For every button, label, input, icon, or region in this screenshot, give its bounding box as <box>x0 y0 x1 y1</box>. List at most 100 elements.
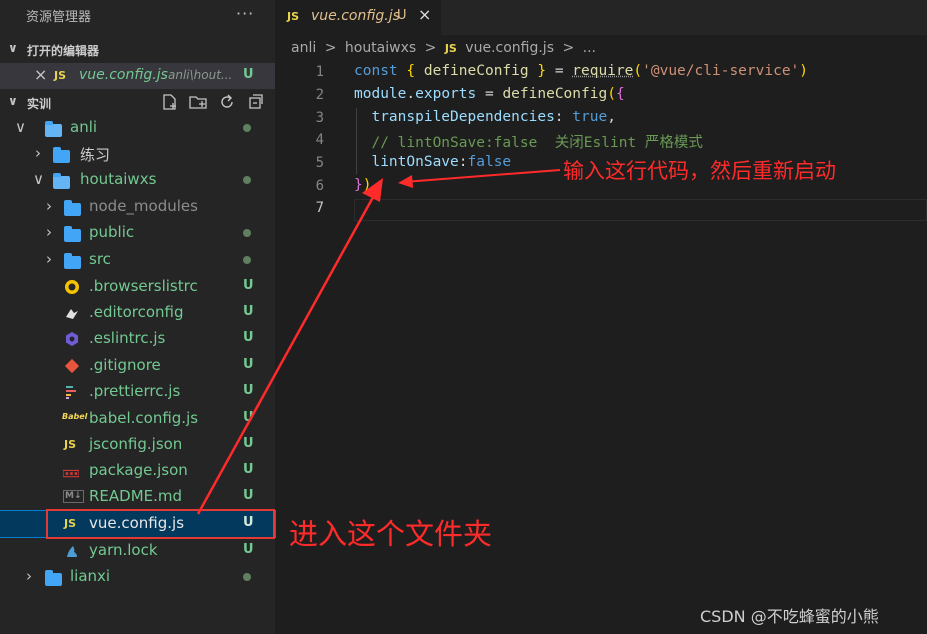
chevron-down-icon: ∨ <box>33 170 44 188</box>
status-badge: U <box>243 462 254 477</box>
refresh-icon[interactable] <box>218 93 236 111</box>
chevron-right-icon: › <box>35 144 41 162</box>
tree-file-babel-config[interactable]: Babel babel.config.js U <box>0 406 275 432</box>
dot: . <box>406 86 416 102</box>
status-badge: U <box>243 436 254 451</box>
tree-file-jsconfig[interactable]: JS jsconfig.json U <box>0 432 275 458</box>
babel-icon: Babel <box>62 412 88 421</box>
folder-icon <box>64 253 81 269</box>
collapse-all-icon[interactable] <box>246 93 264 111</box>
code-line-3[interactable]: transpileDependencies: true, <box>354 109 615 125</box>
identifier: defineConfig <box>423 63 529 79</box>
tree-item-label: .eslintrc.js <box>89 329 166 347</box>
folder-open-icon <box>53 173 70 189</box>
tree-file-gitignore[interactable]: .gitignore U <box>0 353 275 379</box>
tree-item-label: .editorconfig <box>89 303 184 321</box>
status-dot <box>243 176 251 184</box>
breadcrumb-item[interactable]: houtaiwxs <box>345 40 416 56</box>
chevron-down-icon: ∨ <box>8 41 18 55</box>
annotation-bottom-note: 进入这个文件夹 <box>289 517 493 551</box>
code-line-1[interactable]: const { defineConfig } = require('@vue/c… <box>354 63 808 79</box>
paren: ( <box>633 63 643 79</box>
property: transpileDependencies <box>371 109 555 125</box>
new-file-icon[interactable] <box>161 93 179 111</box>
tab-vue-config[interactable]: JS vue.config.js U × <box>275 0 441 35</box>
function-name: defineConfig <box>502 86 608 102</box>
tree-item-label: babel.config.js <box>89 409 199 427</box>
line-number: 3 <box>315 110 324 126</box>
tree-file-eslintrc[interactable]: .eslintrc.js U <box>0 326 275 352</box>
paren: ) <box>362 177 372 193</box>
tree-file-browserslistrc[interactable]: .browserslistrc U <box>0 274 275 300</box>
open-editors-header[interactable]: ∨ 打开的编辑器 <box>0 38 275 62</box>
breadcrumb-item[interactable]: ... <box>583 40 596 56</box>
open-editors-label: 打开的编辑器 <box>27 44 100 58</box>
status-dot <box>243 256 251 264</box>
tree-item-label: README.md <box>89 487 183 505</box>
tree-folder-node-modules[interactable]: › node_modules <box>0 194 275 220</box>
operator: = <box>484 86 494 102</box>
git-icon <box>64 358 80 374</box>
line-number: 2 <box>315 87 324 103</box>
line-number: 1 <box>315 64 324 80</box>
breadcrumb-separator: > <box>424 40 437 56</box>
tree-file-package-json[interactable]: package.json U <box>0 458 275 484</box>
status-badge: U <box>243 410 254 425</box>
status-badge: U <box>243 304 254 319</box>
status-badge: U <box>243 67 254 82</box>
function-name: require <box>572 63 634 79</box>
highlight-box <box>46 509 275 539</box>
tree-folder-public[interactable]: › public <box>0 220 275 246</box>
prettier-icon <box>66 386 76 399</box>
colon: : <box>458 154 468 170</box>
editor-tab-bar: JS vue.config.js U × <box>275 0 927 35</box>
tree-file-yarn-lock[interactable]: yarn.lock U <box>0 538 275 564</box>
tree-item-label: houtaiwxs <box>80 170 157 188</box>
breadcrumb-item[interactable]: anli <box>291 40 316 56</box>
tree-file-readme[interactable]: M↓ README.md U <box>0 484 275 510</box>
tree-folder-src[interactable]: › src <box>0 247 275 273</box>
tree-item-label: lianxi <box>70 567 111 585</box>
chevron-right-icon: › <box>46 250 52 268</box>
identifier: module <box>354 86 407 102</box>
boolean-literal: true <box>572 109 608 125</box>
current-line-highlight <box>354 199 927 221</box>
breadcrumb-item[interactable]: vue.config.js <box>465 40 554 56</box>
code-line-2[interactable]: module.exports = defineConfig({ <box>354 86 625 102</box>
tree-folder-lianxi-cn[interactable]: › 练习 <box>0 141 275 167</box>
status-badge: U <box>243 330 254 345</box>
tree-item-label: jsconfig.json <box>89 435 183 453</box>
open-editor-item[interactable]: × JS vue.config.js anli\hout... U <box>0 63 275 89</box>
folder-icon <box>64 226 81 242</box>
tree-folder-lianxi[interactable]: › lianxi <box>0 564 275 590</box>
browserslist-icon <box>65 280 79 294</box>
yarn-icon <box>67 546 77 557</box>
code-line-4[interactable]: // lintOnSave:false 关闭Eslint 严格模式 <box>354 131 702 152</box>
status-dot <box>243 229 251 237</box>
close-icon[interactable]: × <box>418 5 431 24</box>
new-folder-icon[interactable] <box>189 93 207 111</box>
tree-folder-anli[interactable]: ∨ anli <box>0 115 275 141</box>
property: lintOnSave <box>371 154 459 170</box>
folder-icon <box>64 200 81 216</box>
tree-file-prettierrc[interactable]: .prettierrc.js U <box>0 379 275 405</box>
markdown-icon: M↓ <box>63 490 84 503</box>
breadcrumb-separator: > <box>324 40 337 56</box>
more-actions-icon[interactable]: ··· <box>236 4 254 23</box>
tree-item-label: .prettierrc.js <box>89 382 181 400</box>
tree-file-editorconfig[interactable]: .editorconfig U <box>0 300 275 326</box>
status-dot <box>243 573 251 581</box>
workspace-header[interactable]: ∨ 实训 <box>0 91 275 115</box>
tree-item-label: public <box>89 223 135 241</box>
close-icon[interactable]: × <box>34 65 47 84</box>
status-badge: U <box>243 278 254 293</box>
js-icon: JS <box>64 438 77 451</box>
string-literal: '@vue/cli-service' <box>642 63 800 79</box>
tree-folder-houtaiwxs[interactable]: ∨ houtaiwxs <box>0 167 275 193</box>
tree-item-label: package.json <box>89 461 188 479</box>
code-line-5[interactable]: lintOnSave:false <box>354 154 511 170</box>
breadcrumb: anli > houtaiwxs > JS vue.config.js > ..… <box>291 40 600 60</box>
code-line-6[interactable]: }) <box>354 177 371 193</box>
workspace-label: 实训 <box>27 97 52 111</box>
brace: { <box>406 63 416 79</box>
